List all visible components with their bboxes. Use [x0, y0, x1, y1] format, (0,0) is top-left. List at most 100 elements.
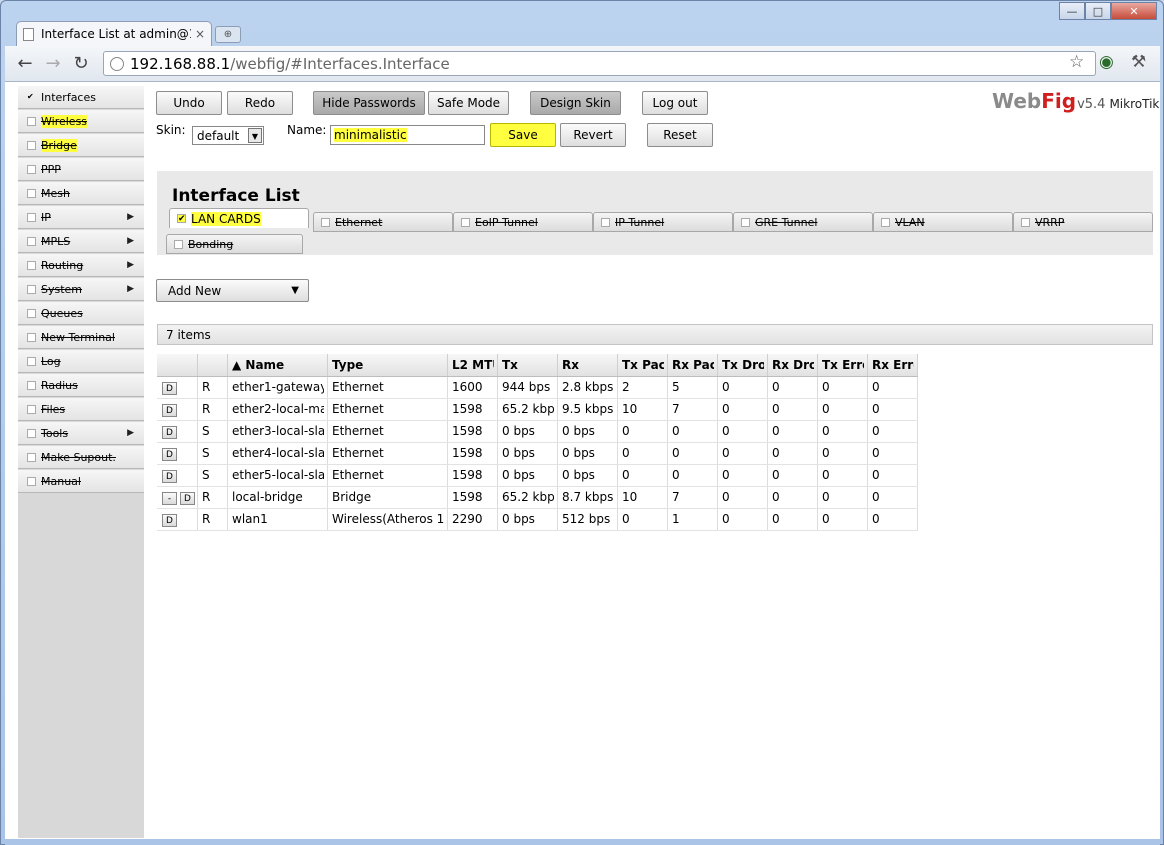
disable-button[interactable]: D	[162, 469, 177, 483]
table-row[interactable]: -DRlocal-bridgeBridge159865.2 kbps8.7 kb…	[157, 486, 918, 509]
sidebar-item-label: Bridge	[41, 138, 77, 152]
save-button[interactable]: Save	[490, 123, 556, 147]
reset-button[interactable]: Reset	[647, 123, 713, 147]
back-icon[interactable]: ←	[11, 53, 39, 74]
column-header[interactable]: Type	[327, 354, 448, 377]
tab-bonding[interactable]: Bonding	[166, 234, 303, 254]
column-header[interactable]: Rx Drops	[767, 354, 818, 377]
maximize-icon[interactable]: □	[1085, 2, 1111, 20]
reload-icon[interactable]: ↻	[67, 53, 95, 74]
cell-name: ether1-gateway	[227, 376, 328, 399]
globe-extension-icon[interactable]: ◉	[1099, 52, 1114, 72]
column-header[interactable]	[157, 354, 198, 377]
sidebar-item-files[interactable]: Files	[18, 398, 144, 421]
disable-button[interactable]: D	[162, 447, 177, 461]
column-header[interactable]: Tx Packet	[617, 354, 668, 377]
new-tab-button[interactable]: ⊕	[215, 26, 241, 43]
sidebar-item-new-terminal[interactable]: New Terminal	[18, 326, 144, 349]
sidebar-item-ppp[interactable]: PPP	[18, 158, 144, 181]
sidebar-item-interfaces[interactable]: ✔ Interfaces	[18, 86, 144, 109]
disable-button[interactable]: D	[162, 403, 177, 417]
tab-close-icon[interactable]: ×	[195, 27, 205, 41]
sidebar-item-wireless[interactable]: Wireless	[18, 110, 144, 133]
disable-button[interactable]: D	[162, 425, 177, 439]
window-controls: — □ ✕	[1059, 2, 1157, 20]
column-header[interactable]: Rx	[557, 354, 618, 377]
column-header[interactable]: L2 MTU	[447, 354, 498, 377]
undo-button[interactable]: Undo	[156, 91, 222, 115]
sidebar-item-system[interactable]: System ▶	[18, 278, 144, 301]
window-close-icon[interactable]: ✕	[1111, 2, 1157, 20]
disable-button[interactable]: D	[162, 513, 177, 527]
cell-mtu: 1598	[447, 486, 498, 509]
minimize-icon[interactable]: —	[1059, 2, 1085, 20]
log-out-button[interactable]: Log out	[642, 91, 708, 115]
tab-ip-tunnel[interactable]: IP Tunnel	[593, 212, 733, 232]
skin-select[interactable]: default ▼	[192, 126, 264, 145]
cell-flag-value: R	[202, 512, 211, 526]
sidebar-item-radius[interactable]: Radius	[18, 374, 144, 397]
table-row[interactable]: D Sether3-local-slave Ethernet 1598 0 bps 0 b…	[157, 420, 918, 443]
sidebar-item-queues[interactable]: Queues	[18, 302, 144, 325]
sidebar-item-bridge[interactable]: Bridge	[18, 134, 144, 157]
column-header[interactable]: Rx Packet	[667, 354, 718, 377]
tab-eoip-tunnel[interactable]: EoIP Tunnel	[453, 212, 593, 232]
collapse-button[interactable]: -	[162, 491, 177, 505]
cell-type: Ethernet	[327, 442, 448, 465]
logo-brand: MikroTik	[1109, 97, 1160, 111]
checkbox-icon	[27, 356, 36, 366]
wrench-icon[interactable]: ⚒	[1131, 52, 1146, 72]
tab-gre-tunnel[interactable]: GRE Tunnel	[733, 212, 873, 232]
sidebar-item-tools[interactable]: Tools ▶	[18, 422, 144, 445]
table-row[interactable]: D Sether4-local-slave Ethernet 1598 0 bps 0 b…	[157, 442, 918, 465]
column-header[interactable]: Tx	[497, 354, 558, 377]
safe-mode-button[interactable]: Safe Mode	[428, 91, 509, 115]
sidebar-item-routing[interactable]: Routing ▶	[18, 254, 144, 277]
forward-icon[interactable]: →	[39, 53, 67, 74]
star-icon[interactable]: ☆	[1069, 52, 1084, 72]
design-skin-button[interactable]: Design Skin	[530, 91, 621, 115]
cell-txp-value: 0	[622, 512, 630, 526]
table-row[interactable]: D Rwlan1 Wireless(Atheros 11N) 2290 0 bps 512…	[157, 508, 918, 531]
cell-txd-value: 0	[722, 380, 730, 394]
hide-passwords-button[interactable]: Hide Passwords	[313, 91, 425, 115]
column-header[interactable]: Tx Errors	[817, 354, 868, 377]
sidebar-item-manual[interactable]: Manual	[18, 470, 144, 493]
cell-rxp: 0	[667, 464, 718, 487]
tab-lan-cards[interactable]: ✔ LAN CARDS	[169, 208, 309, 228]
revert-button[interactable]: Revert	[560, 123, 626, 147]
sidebar-item-label: Radius	[41, 378, 78, 392]
cell-type: Ethernet	[327, 376, 448, 399]
sidebar-item-log[interactable]: Log	[18, 350, 144, 373]
sidebar-item-mpls[interactable]: MPLS ▶	[18, 230, 144, 253]
table-row[interactable]: D Sether5-local-slave Ethernet 1598 0 bps 0 b…	[157, 464, 918, 487]
table-row[interactable]: D Rether1-gateway Ethernet 1600 944 bps 2.8 k…	[157, 376, 918, 399]
disable-button[interactable]: D	[180, 491, 195, 505]
cell-tx: 0 bps	[497, 420, 558, 443]
sidebar-item-make-supout[interactable]: Make Supout.	[18, 446, 144, 469]
column-header-label: Rx	[562, 357, 579, 372]
table-row[interactable]: D Rether2-local-master Ethernet 1598 65.2 kb…	[157, 398, 918, 421]
table-header: ▲ Name Type L2 MTU Tx Rx Tx Packet Rx Packet Tx…	[157, 354, 918, 377]
column-header[interactable]: Rx Errors	[867, 354, 918, 377]
skin-name-input[interactable]: minimalistic	[330, 125, 485, 145]
redo-button[interactable]: Redo	[227, 91, 293, 115]
column-header[interactable]: ▲ Name	[227, 354, 328, 377]
sidebar-item-mesh[interactable]: Mesh	[18, 182, 144, 205]
tab-ethernet[interactable]: Ethernet	[313, 212, 453, 232]
cell-name-value: wlan1	[232, 512, 268, 526]
column-header[interactable]	[197, 354, 228, 377]
sidebar-item-ip[interactable]: IP ▶	[18, 206, 144, 229]
address-bar[interactable]: 192.168.88.1/webfig/#Interfaces.Interfac…	[103, 51, 1096, 76]
browser-tab[interactable]: Interface List at admin@1... ×	[16, 21, 212, 46]
cell-name-value: ether5-local-slave	[232, 468, 324, 482]
disable-button[interactable]: D	[162, 381, 177, 395]
cell-mtu: 1600	[447, 376, 498, 399]
add-new-button[interactable]: Add New ▼	[156, 279, 309, 302]
cell-rxd: 0	[767, 420, 818, 443]
cell-rxe-value: 0	[872, 402, 880, 416]
tab-vrrp[interactable]: VRRP	[1013, 212, 1153, 232]
column-header[interactable]: Tx Drops	[717, 354, 768, 377]
column-header-label: Type	[332, 357, 364, 372]
tab-vlan[interactable]: VLAN	[873, 212, 1013, 232]
